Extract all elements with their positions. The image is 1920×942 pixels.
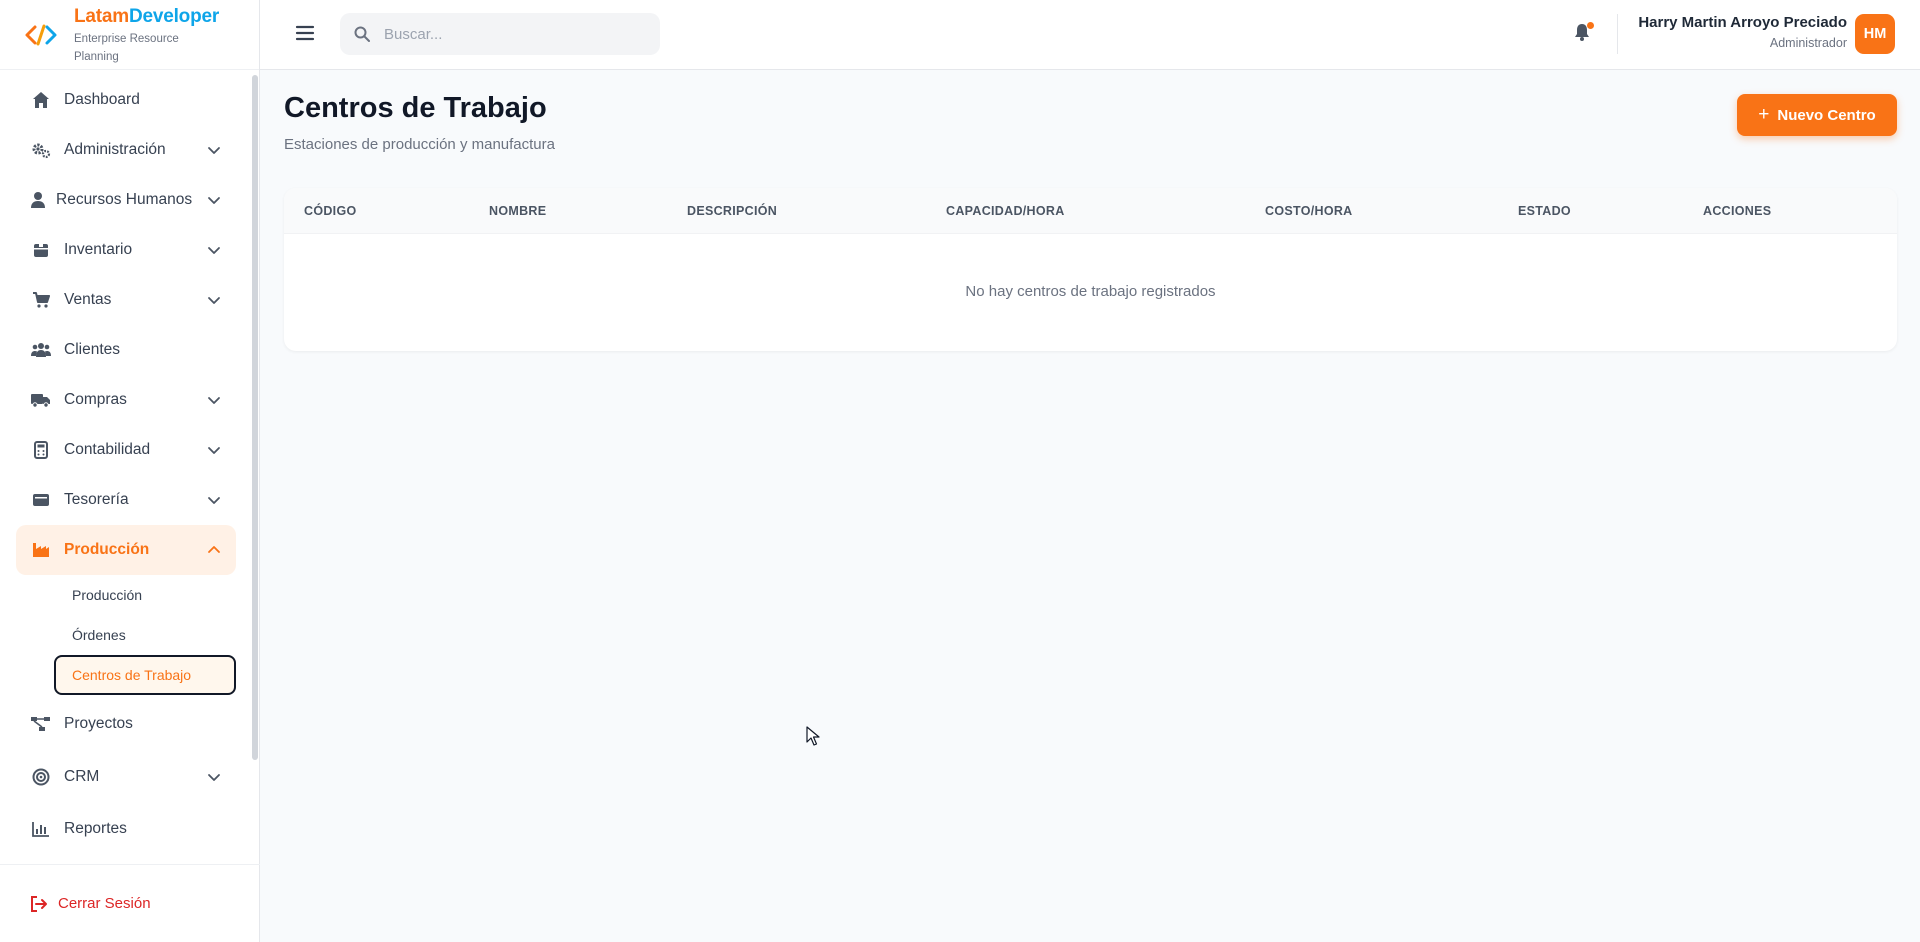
subitem-ordenes[interactable]: Órdenes [56, 615, 236, 655]
subitem-produccion[interactable]: Producción [56, 575, 236, 615]
chevron-up-icon [208, 546, 220, 553]
subitem-centros-de-trabajo[interactable]: Centros de Trabajo [54, 655, 236, 695]
cart-icon [31, 290, 51, 310]
top-header: Harry Martin Arroyo Preciado Administrad… [260, 0, 1920, 70]
notifications-button[interactable] [1572, 22, 1594, 44]
user-tie-icon [28, 190, 48, 210]
column-header-estado: ESTADO [1518, 204, 1571, 218]
sidebar-nav: Dashboard Administración Recursos Humano… [0, 75, 252, 854]
mouse-cursor-icon [806, 726, 820, 746]
column-header-codigo: CÓDIGO [304, 204, 357, 218]
bar-chart-icon [31, 819, 51, 839]
search-icon [354, 26, 370, 42]
plus-icon: + [1758, 104, 1770, 125]
calculator-icon [31, 440, 51, 460]
brand[interactable]: LatamDeveloper Enterprise Resource Plann… [0, 0, 259, 70]
wallet-icon [31, 490, 51, 510]
new-center-button[interactable]: + Nuevo Centro [1737, 94, 1897, 136]
sidebar-item-label: CRM [64, 768, 100, 785]
users-icon [31, 340, 51, 360]
brand-name: LatamDeveloper [74, 6, 220, 27]
sidebar-item-contabilidad[interactable]: Contabilidad [16, 425, 236, 475]
sidebar-item-label: Dashboard [64, 91, 140, 108]
notification-dot [1587, 22, 1594, 29]
user-role: Administrador [1769, 36, 1847, 50]
sidebar-item-inventario[interactable]: Inventario [16, 225, 236, 275]
sidebar-item-label: Contabilidad [64, 441, 151, 458]
sidebar-item-produccion[interactable]: Producción [16, 525, 236, 575]
user-info[interactable]: Harry Martin Arroyo Preciado Administrad… [1638, 14, 1847, 50]
logout-button[interactable]: Cerrar Sesión [0, 864, 260, 942]
chevron-down-icon [208, 447, 220, 454]
new-center-label: Nuevo Centro [1777, 106, 1876, 124]
sidebar-scrollbar[interactable] [252, 75, 258, 760]
column-header-nombre: NOMBRE [489, 204, 547, 218]
sidebar-item-label: Tesorería [64, 491, 129, 508]
chevron-down-icon [208, 197, 220, 204]
table-header: CÓDIGO NOMBRE DESCRIPCIÓN CAPACIDAD/HORA… [284, 188, 1897, 234]
gears-icon [31, 140, 51, 160]
target-icon [31, 767, 51, 787]
sidebar-item-dashboard[interactable]: Dashboard [16, 75, 236, 125]
sidebar-item-label: Administración [64, 141, 166, 158]
sidebar-item-administracion[interactable]: Administración [16, 125, 236, 175]
search-box[interactable] [340, 13, 660, 55]
column-header-descripcion: DESCRIPCIÓN [687, 204, 778, 218]
brand-subtitle: Enterprise Resource Planning [74, 33, 179, 63]
avatar[interactable]: HM [1855, 14, 1895, 54]
column-header-acciones: ACCIONES [1703, 204, 1772, 218]
box-icon [31, 240, 51, 260]
truck-icon [31, 390, 51, 410]
sidebar-item-compras[interactable]: Compras [16, 375, 236, 425]
project-diagram-icon [31, 714, 51, 734]
search-input[interactable] [384, 25, 644, 43]
sidebar-item-reportes[interactable]: Reportes [16, 804, 236, 854]
sidebar-item-clientes[interactable]: Clientes [16, 325, 236, 375]
main-content: Centros de Trabajo Estaciones de producc… [260, 70, 1920, 942]
hamburger-menu-icon[interactable] [294, 22, 316, 44]
home-icon [31, 90, 51, 110]
sign-out-icon [31, 895, 47, 912]
sidebar: LatamDeveloper Enterprise Resource Plann… [0, 0, 260, 942]
user-name: Harry Martin Arroyo Preciado [1638, 14, 1847, 31]
sidebar-item-label: Compras [64, 391, 127, 408]
chevron-down-icon [208, 297, 220, 304]
chevron-down-icon [208, 247, 220, 254]
logout-label: Cerrar Sesión [58, 895, 151, 912]
sidebar-item-label: Proyectos [64, 715, 133, 732]
sidebar-item-label: Ventas [64, 291, 112, 308]
column-header-costo-hora: COSTO/HORA [1265, 204, 1353, 218]
chevron-down-icon [208, 397, 220, 404]
industry-icon [31, 540, 51, 560]
sidebar-item-label: Inventario [64, 241, 133, 258]
work-centers-table: CÓDIGO NOMBRE DESCRIPCIÓN CAPACIDAD/HORA… [284, 188, 1897, 351]
chevron-down-icon [208, 497, 220, 504]
page-title: Centros de Trabajo [284, 92, 547, 124]
chevron-down-icon [208, 774, 220, 781]
sidebar-item-proyectos[interactable]: Proyectos [16, 699, 236, 749]
header-divider [1617, 14, 1618, 54]
sidebar-item-crm[interactable]: CRM [16, 752, 236, 802]
sidebar-item-label: Recursos Humanos [56, 191, 193, 208]
column-header-capacidad-hora: CAPACIDAD/HORA [946, 204, 1065, 218]
sidebar-item-label: Producción [64, 541, 150, 558]
empty-state-message: No hay centros de trabajo registrados [965, 283, 1216, 300]
sidebar-item-label: Reportes [64, 820, 127, 837]
sidebar-item-ventas[interactable]: Ventas [16, 275, 236, 325]
sidebar-item-recursos-humanos[interactable]: Recursos Humanos [16, 175, 236, 225]
code-logo-icon [25, 24, 57, 46]
sidebar-item-tesoreria[interactable]: Tesorería [16, 475, 236, 525]
page-subtitle: Estaciones de producción y manufactura [284, 136, 555, 153]
sidebar-item-label: Clientes [64, 341, 120, 358]
chevron-down-icon [208, 147, 220, 154]
